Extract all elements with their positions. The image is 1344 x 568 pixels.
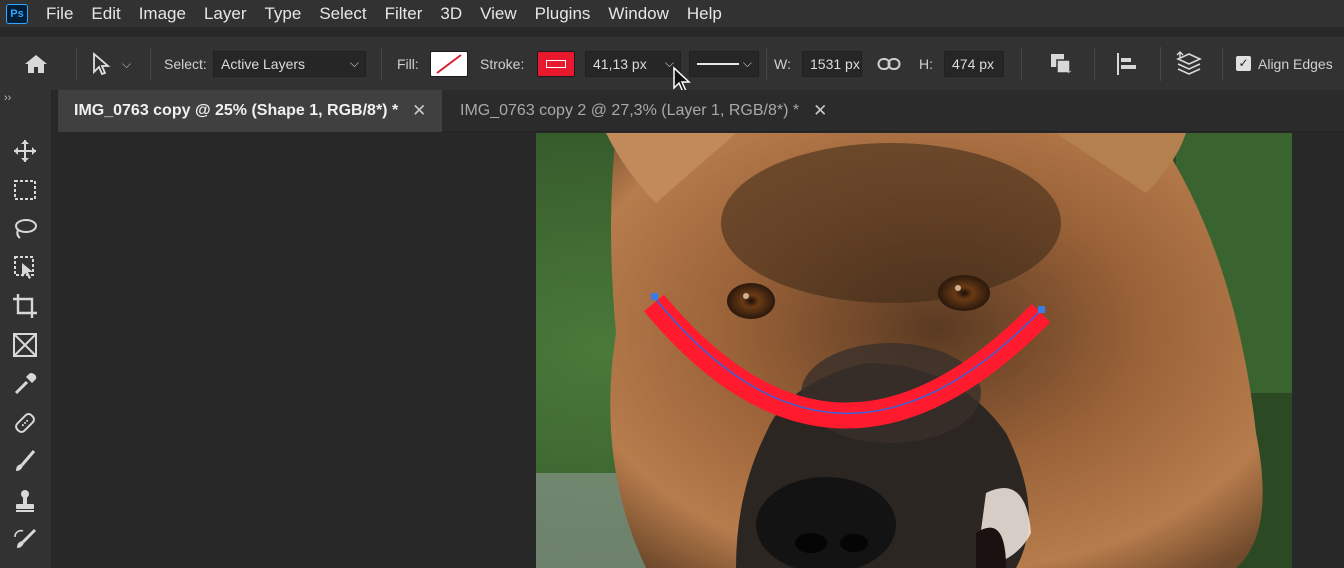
dog-photo — [536, 133, 1292, 568]
menu-layer[interactable]: Layer — [204, 4, 247, 24]
divider — [1222, 47, 1223, 81]
menu-edit[interactable]: Edit — [91, 4, 120, 24]
width-field[interactable]: 1531 px — [802, 51, 862, 77]
history-brush-icon — [14, 528, 37, 548]
path-arrangement-button[interactable] — [1175, 37, 1203, 91]
path-selection-tool-button[interactable]: ⌵ — [90, 37, 131, 91]
arrange-layers-icon — [1176, 51, 1202, 75]
menu-file[interactable]: File — [46, 4, 73, 24]
menu-select[interactable]: Select — [319, 4, 366, 24]
select-label: Select: — [164, 56, 207, 72]
divider — [1160, 47, 1161, 81]
eyedropper-tool[interactable] — [8, 367, 42, 401]
height-label: H: — [919, 56, 933, 72]
brush-tool[interactable] — [8, 445, 42, 479]
menu-type[interactable]: Type — [264, 4, 301, 24]
frame-icon — [13, 333, 37, 357]
divider — [1021, 47, 1022, 81]
menu-bar: Ps File Edit Image Layer Type Select Fil… — [0, 0, 1344, 27]
menu-filter[interactable]: Filter — [385, 4, 423, 24]
menu-view[interactable]: View — [480, 4, 517, 24]
stroke-label: Stroke: — [480, 56, 525, 72]
crop-tool[interactable] — [8, 289, 42, 323]
no-fill-icon — [436, 54, 462, 74]
divider — [76, 47, 77, 81]
history-brush-tool[interactable] — [8, 523, 42, 557]
align-edges-label: Align Edges — [1258, 56, 1333, 72]
divider — [150, 47, 151, 81]
home-icon — [25, 55, 47, 73]
path-alignment-button[interactable] — [1114, 37, 1140, 91]
stroke-width-value: 41,13 px — [593, 56, 647, 72]
lasso-icon — [15, 219, 37, 239]
width-value: 1531 px — [810, 56, 860, 72]
chevron-down-icon: ⌵ — [349, 56, 359, 70]
tab-title: IMG_0763 copy @ 25% (Shape 1, RGB/8*) * — [74, 102, 399, 119]
photoshop-logo-icon[interactable]: Ps — [6, 3, 28, 24]
document-tabs: IMG_0763 copy @ 25% (Shape 1, RGB/8*) * … — [58, 90, 1344, 132]
healing-brush-tool[interactable] — [8, 406, 42, 440]
width-label: W: — [774, 56, 791, 72]
fill-swatch[interactable] — [430, 51, 468, 77]
path-operations-icon — [1051, 54, 1072, 74]
divider — [766, 47, 767, 81]
link-dimensions-button[interactable] — [877, 37, 901, 91]
select-mode-value: Active Layers — [221, 56, 306, 72]
clone-stamp-icon — [16, 490, 34, 512]
chevron-down-icon: ⌵ — [742, 56, 752, 70]
crop-icon — [13, 294, 37, 318]
menu-help[interactable]: Help — [687, 4, 722, 24]
frame-tool[interactable] — [8, 328, 42, 362]
path-operations-button[interactable] — [1048, 37, 1074, 91]
stroke-swatch[interactable] — [537, 51, 575, 77]
marquee-icon — [14, 180, 36, 200]
brush-icon — [16, 450, 36, 471]
align-left-icon — [1117, 53, 1136, 75]
tools-panel: ›› — [0, 90, 52, 568]
align-edges-checkbox[interactable]: ✓ — [1236, 56, 1251, 71]
tab-document-1[interactable]: IMG_0763 copy @ 25% (Shape 1, RGB/8*) * … — [58, 90, 442, 132]
menu-3d[interactable]: 3D — [440, 4, 462, 24]
stroke-type-dropdown[interactable]: ⌵ — [689, 51, 759, 77]
tab-title: IMG_0763 copy 2 @ 27,3% (Layer 1, RGB/8*… — [460, 102, 800, 119]
object-selection-tool[interactable] — [8, 250, 42, 284]
chevron-down-icon: ⌵ — [122, 56, 132, 71]
menu-plugins[interactable]: Plugins — [535, 4, 591, 24]
height-value: 474 px — [952, 56, 995, 72]
lasso-tool[interactable] — [8, 212, 42, 246]
move-icon — [14, 140, 36, 162]
stroke-width-field[interactable]: 41,13 px ⌵ — [585, 51, 681, 77]
logo-text: Ps — [10, 7, 24, 20]
divider — [1094, 47, 1095, 81]
move-tool[interactable] — [8, 134, 42, 168]
select-mode-dropdown[interactable]: Active Layers ⌵ — [213, 51, 366, 77]
arrow-pointer-icon — [93, 52, 111, 76]
eyedropper-icon — [14, 373, 37, 395]
menu-window[interactable]: Window — [608, 4, 668, 24]
home-button[interactable] — [22, 37, 50, 91]
close-icon[interactable]: ✕ — [813, 101, 827, 121]
solid-line-icon — [697, 63, 739, 65]
healing-brush-icon — [15, 413, 35, 433]
divider — [381, 47, 382, 81]
collapse-panel-icon[interactable]: ›› — [4, 92, 11, 104]
document-canvas[interactable] — [536, 133, 1292, 568]
object-select-icon — [14, 256, 34, 279]
link-icon — [877, 58, 901, 70]
fill-label: Fill: — [397, 56, 419, 72]
marquee-tool[interactable] — [8, 173, 42, 207]
height-field[interactable]: 474 px — [944, 51, 1004, 77]
stroke-swatch-icon — [546, 60, 566, 68]
close-icon[interactable]: ✕ — [412, 101, 426, 121]
menu-image[interactable]: Image — [139, 4, 186, 24]
clone-stamp-tool[interactable] — [8, 484, 42, 518]
tab-document-2[interactable]: IMG_0763 copy 2 @ 27,3% (Layer 1, RGB/8*… — [444, 90, 854, 132]
